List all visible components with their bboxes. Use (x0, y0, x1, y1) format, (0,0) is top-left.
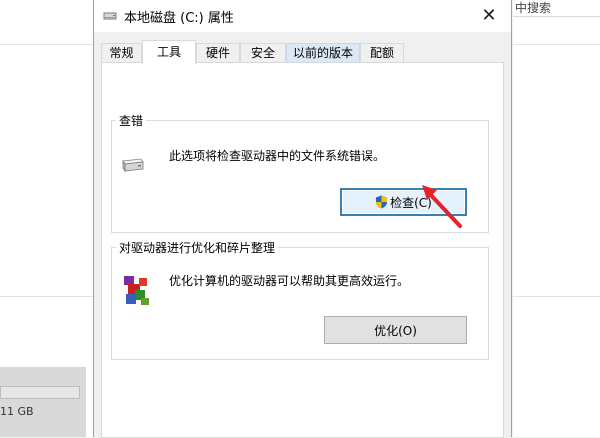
tab-label: 配额 (369, 46, 394, 60)
tab-hardware[interactable]: 硬件 (196, 43, 240, 62)
optimize-description: 优化计算机的驱动器可以帮助其更高效运行。 (169, 274, 410, 288)
tab-tools[interactable]: 工具 (142, 40, 196, 64)
hard-drive-icon (122, 158, 144, 173)
tab-label: 以前的版本 (292, 46, 353, 60)
drive-usage-bar (0, 386, 80, 399)
group-title: 查错 (116, 112, 147, 129)
search-placeholder: 中搜索 (515, 1, 552, 15)
dialog-body: 常规 工具 硬件 安全 以前的版本 配额 查错 此选项将检查驱动器中的文件系统错… (94, 32, 511, 438)
tab-security[interactable]: 安全 (240, 43, 286, 62)
divider (513, 296, 600, 297)
optimize-group: 对驱动器进行优化和碎片整理 优化计算机的驱动器可以帮助其更高效运行。 优化(O) (111, 239, 489, 360)
search-box[interactable]: 中搜索 (513, 0, 600, 17)
explorer-right-pane: 中搜索 (513, 0, 600, 437)
optimize-button-label: 优化(O) (374, 323, 417, 338)
tab-bar: 常规 工具 硬件 安全 以前的版本 配额 (101, 40, 506, 64)
dialog-title: 本地磁盘 (C:) 属性 (124, 11, 234, 26)
drive-icon (103, 12, 117, 20)
tab-label: 安全 (250, 46, 275, 60)
close-icon: ✕ (481, 4, 497, 26)
dialog-titlebar: 本地磁盘 (C:) 属性 ✕ (94, 0, 511, 32)
tab-label: 常规 (109, 46, 134, 60)
divider (0, 44, 93, 45)
tab-general[interactable]: 常规 (101, 43, 142, 62)
tab-label: 硬件 (205, 46, 230, 60)
group-title: 对驱动器进行优化和碎片整理 (116, 239, 279, 256)
drive-tile[interactable]: 11 GB (0, 367, 86, 437)
tab-previous-versions[interactable]: 以前的版本 (286, 43, 360, 62)
uac-shield-icon (376, 195, 388, 209)
tab-quota[interactable]: 配额 (360, 43, 404, 62)
close-button[interactable]: ✕ (467, 0, 511, 30)
defrag-icon (124, 276, 149, 305)
tools-panel: 查错 此选项将检查驱动器中的文件系统错误。 检查(C) 对驱动器进行优化和碎片整… (101, 62, 504, 438)
optimize-button[interactable]: 优化(O) (324, 316, 467, 344)
drive-size-text: 11 GB (0, 405, 34, 418)
tab-label: 工具 (156, 45, 181, 59)
divider (513, 44, 600, 45)
error-check-description: 此选项将检查驱动器中的文件系统错误。 (169, 149, 386, 163)
divider (0, 296, 93, 297)
red-arrow-annotation (422, 185, 462, 228)
